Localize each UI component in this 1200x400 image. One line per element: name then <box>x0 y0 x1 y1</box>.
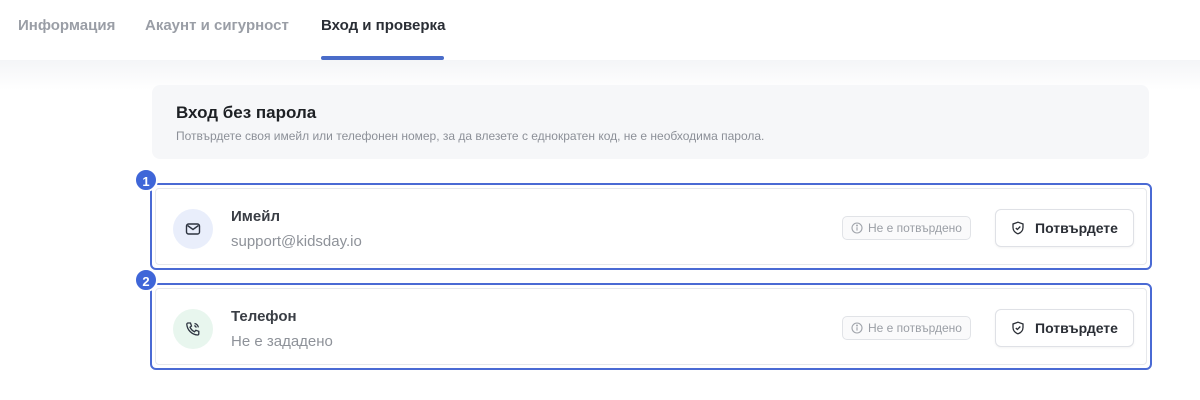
verify-email-button[interactable]: Потвърдете <box>995 209 1134 247</box>
tab-account-security[interactable]: Акаунт и сигурност <box>145 17 289 34</box>
verify-phone-label: Потвърдете <box>1035 320 1118 336</box>
step-badge-2: 2 <box>134 268 158 292</box>
email-status-text: Не е потвърдено <box>868 221 962 235</box>
email-card-highlight: Имейл support@kidsday.io Не е потвърдено… <box>150 183 1152 270</box>
tab-information[interactable]: Информация <box>18 17 115 34</box>
email-value: support@kidsday.io <box>231 233 362 250</box>
phone-card: Телефон Не е зададено Не е потвърдено По… <box>155 288 1147 365</box>
shield-check-icon <box>1012 221 1024 235</box>
section-description: Потвърдете своя имейл или телефонен номе… <box>176 129 765 143</box>
phone-card-highlight: Телефон Не е зададено Не е потвърдено По… <box>150 283 1152 370</box>
email-status-badge: Не е потвърдено <box>842 216 971 240</box>
email-label: Имейл <box>231 208 280 225</box>
page: Информация Акаунт и сигурност Вход и про… <box>0 0 1200 400</box>
step-badge-1: 1 <box>134 168 158 192</box>
phone-icon <box>173 309 213 349</box>
phone-status-text: Не е потвърдено <box>868 321 962 335</box>
phone-label: Телефон <box>231 308 297 325</box>
tab-login-verification[interactable]: Вход и проверка <box>321 17 445 34</box>
section-title: Вход без парола <box>176 103 317 122</box>
email-card: Имейл support@kidsday.io Не е потвърдено… <box>155 188 1147 265</box>
info-icon <box>851 222 863 234</box>
phone-value: Не е зададено <box>231 333 333 350</box>
tab-bar: Информация Акаунт и сигурност Вход и про… <box>0 0 1200 62</box>
mail-icon <box>173 209 213 249</box>
phone-status-badge: Не е потвърдено <box>842 316 971 340</box>
shield-check-icon <box>1012 321 1024 335</box>
verify-email-label: Потвърдете <box>1035 220 1118 236</box>
passwordless-section-header: Вход без парола Потвърдете своя имейл ил… <box>152 85 1149 159</box>
info-icon <box>851 322 863 334</box>
verify-phone-button[interactable]: Потвърдете <box>995 309 1134 347</box>
